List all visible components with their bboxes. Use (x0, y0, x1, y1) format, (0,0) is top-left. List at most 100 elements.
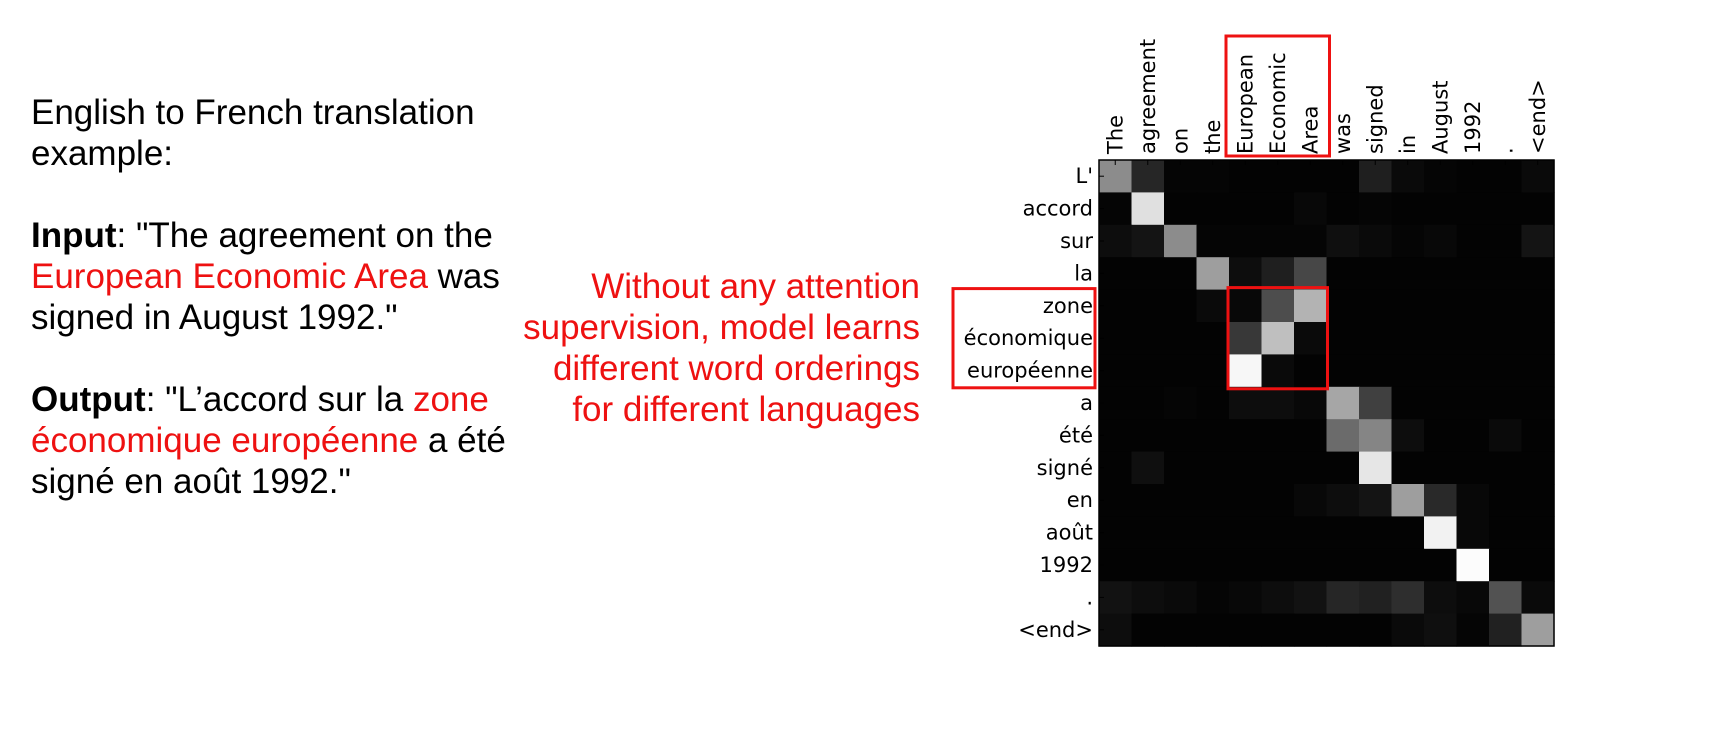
heatmap-cell (1196, 548, 1230, 582)
x-tick-label: . (1493, 147, 1517, 154)
heatmap-cell (1456, 419, 1490, 453)
heatmap-cell (1326, 548, 1360, 582)
heatmap-cell (1489, 451, 1523, 485)
heatmap-cell (1229, 257, 1263, 291)
heatmap-cell (1294, 516, 1328, 550)
heatmap-cell (1131, 581, 1165, 615)
heatmap-cell (1229, 192, 1263, 226)
heatmap-cell (1164, 516, 1198, 550)
heatmap-cell (1391, 484, 1425, 517)
heatmap-cell (1489, 516, 1523, 550)
heatmap-cell (1489, 548, 1523, 582)
heatmap-cell (1489, 581, 1523, 615)
heatmap-cell (1456, 581, 1490, 615)
heatmap-cell (1294, 419, 1328, 453)
heatmap-cell (1261, 548, 1295, 582)
heatmap-cell (1294, 257, 1328, 291)
x-tick-label: was (1331, 113, 1355, 154)
x-tick-label: in (1396, 135, 1420, 154)
y-tick-label: L' (1076, 164, 1093, 188)
heatmap-cell (1424, 224, 1458, 258)
heatmap-cell (1131, 192, 1165, 226)
heatmap-cell (1489, 484, 1523, 517)
heatmap-cell (1229, 613, 1263, 647)
x-tick-label: 1992 (1461, 101, 1485, 154)
heatmap-cell (1164, 613, 1198, 647)
heatmap-cell (1456, 548, 1490, 582)
heatmap-cell (1196, 386, 1230, 420)
heatmap-cell (1456, 613, 1490, 647)
heatmap-cell (1196, 516, 1230, 550)
heatmap-cell (1391, 322, 1425, 355)
heatmap-cell (1196, 613, 1230, 647)
heatmap-cell (1196, 289, 1230, 323)
heatmap-cell (1359, 516, 1393, 550)
heatmap-cell (1131, 419, 1165, 453)
heatmap-cell (1456, 192, 1490, 226)
attention-heatmap: The agreement on the European Economic Area was… (951, 34, 1555, 647)
heatmap-cell (1391, 354, 1425, 388)
heatmap-cell (1326, 257, 1360, 291)
heatmap-cell (1229, 419, 1263, 453)
heatmap-cell (1131, 548, 1165, 582)
y-tick-label: <end> (1018, 618, 1093, 642)
heatmap-cell (1521, 224, 1555, 258)
x-tick-label: European (1233, 54, 1257, 154)
heatmap-cell (1326, 419, 1360, 453)
heatmap-cell (1489, 289, 1523, 323)
heatmap-cell (1489, 354, 1523, 388)
heatmap-cell (1489, 224, 1523, 258)
y-tick-label: sur (1060, 229, 1093, 253)
heatmap-cell (1196, 419, 1230, 453)
heatmap-cell (1131, 484, 1165, 517)
heatmap-cell (1261, 257, 1295, 291)
heatmap-cell (1489, 322, 1523, 355)
y-tick-label: 1992 (1040, 553, 1093, 577)
heatmap-cell (1131, 322, 1165, 355)
heatmap-cell (1456, 257, 1490, 291)
heatmap-cell (1359, 192, 1393, 226)
heatmap-cell (1196, 354, 1230, 388)
heatmap-cell (1359, 386, 1393, 420)
y-tick-label: été (1059, 423, 1093, 447)
heatmap-cell (1131, 613, 1165, 647)
y-tick-label: accord (1023, 197, 1093, 221)
y-tick-label: a (1080, 391, 1093, 415)
heatmap-cell (1229, 484, 1263, 517)
heatmap-cell (1456, 322, 1490, 355)
x-tick-label: the (1201, 120, 1225, 154)
heatmap-cell (1196, 192, 1230, 226)
y-tick-label: en (1067, 488, 1093, 512)
heatmap-cell (1229, 451, 1263, 485)
y-tick-label: zone (1043, 294, 1093, 318)
heatmap-cell (1294, 548, 1328, 582)
heatmap-cell (1424, 354, 1458, 388)
heatmap-cell (1456, 484, 1490, 517)
heatmap-cell (1521, 386, 1555, 420)
heatmap-cell (1261, 289, 1295, 323)
heatmap-cell (1456, 386, 1490, 420)
heatmap-cell (1164, 257, 1198, 291)
heatmap-cell (1424, 516, 1458, 550)
heatmap-cell (1359, 548, 1393, 582)
heatmap-cell (1521, 354, 1555, 388)
heatmap-cell (1261, 419, 1295, 453)
y-tick-label: . (1086, 585, 1093, 609)
heatmap-cell (1424, 613, 1458, 647)
x-tick-label: on (1168, 128, 1192, 154)
y-tick-label: août (1046, 521, 1093, 545)
heatmap-cell (1521, 322, 1555, 355)
heatmap-cell (1164, 322, 1198, 355)
heatmap-cell (1261, 613, 1295, 647)
heatmap-cell (1391, 548, 1425, 582)
heatmap-cell (1359, 451, 1393, 485)
heatmap-cell (1164, 354, 1198, 388)
heatmap-cell (1164, 192, 1198, 226)
heatmap-cell (1424, 419, 1458, 453)
heatmap-cell (1294, 289, 1328, 323)
y-tick-label: signé (1037, 456, 1093, 480)
heatmap-cell (1229, 224, 1263, 258)
heatmap-cell (1294, 192, 1328, 226)
heatmap-cell (1326, 484, 1360, 517)
heatmap-cell (1424, 484, 1458, 517)
